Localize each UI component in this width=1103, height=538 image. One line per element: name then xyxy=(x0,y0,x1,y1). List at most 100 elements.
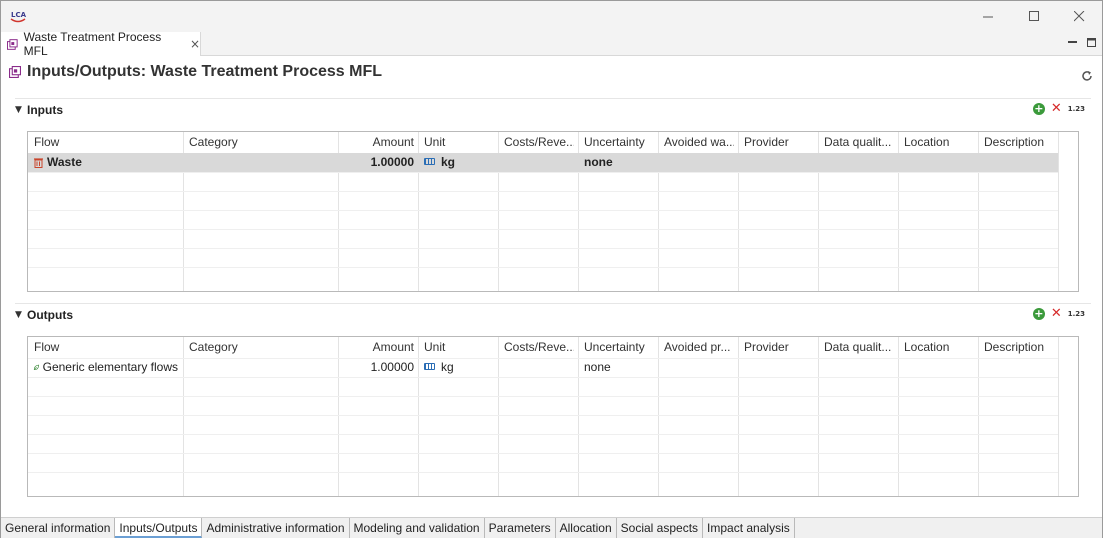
editor-tab-strip: Waste Treatment Process MFL × xyxy=(1,30,1102,58)
page-tab-administrative-information[interactable]: Administrative information xyxy=(202,518,350,538)
app-window: LCA Waste Treatment Process MFL × Inputs… xyxy=(0,0,1103,538)
column-header-provider[interactable]: Provider xyxy=(744,337,814,358)
column-header-description[interactable]: Description xyxy=(984,132,1054,153)
cell-flow: Waste xyxy=(33,153,178,172)
collapse-arrow-icon[interactable]: ▼ xyxy=(15,105,27,115)
leaf-icon xyxy=(33,364,40,370)
cell-category xyxy=(189,358,334,377)
unit-value: kg xyxy=(441,360,454,374)
column-header-avoided[interactable]: Avoided wa... xyxy=(664,132,734,153)
column-header-data-quality[interactable]: Data qualit... xyxy=(824,337,894,358)
column-header-flow[interactable]: Flow xyxy=(34,337,179,358)
page-tab-parameters[interactable]: Parameters xyxy=(485,518,556,538)
column-header-category[interactable]: Category xyxy=(189,132,334,153)
column-header-data-quality[interactable]: Data qualit... xyxy=(824,132,894,153)
cell-costs xyxy=(504,153,574,172)
inputs-section-header[interactable]: ▼ Inputs + ✕ 1.23 xyxy=(15,98,1091,120)
column-divider xyxy=(1058,337,1059,496)
column-header-costs[interactable]: Costs/Reve... xyxy=(504,337,574,358)
row-line xyxy=(28,248,1058,267)
page-tab-impact-analysis[interactable]: Impact analysis xyxy=(703,518,795,538)
inputs-table[interactable]: Flow Category Amount Unit Costs/Reve... Uncer… xyxy=(27,131,1079,292)
row-line xyxy=(28,472,1058,491)
outputs-toolbar: + ✕ 1.23 xyxy=(1032,307,1085,320)
collapse-arrow-icon[interactable]: ▼ xyxy=(15,310,27,320)
remove-input-icon[interactable]: ✕ xyxy=(1051,102,1062,115)
page-tab-modeling-and-validation[interactable]: Modeling and validation xyxy=(350,518,485,538)
title-bar: LCA xyxy=(1,1,1102,32)
row-line xyxy=(28,415,1058,434)
cell-description xyxy=(984,153,1054,172)
unit-value: kg xyxy=(441,155,456,169)
maximize-button[interactable] xyxy=(1011,1,1057,32)
page-tab-allocation[interactable]: Allocation xyxy=(556,518,617,538)
page-tab-general-information[interactable]: General information xyxy=(1,518,116,538)
add-output-icon[interactable]: + xyxy=(1032,308,1045,320)
close-window-button[interactable] xyxy=(1056,1,1102,32)
table-row[interactable]: Generic elementary flows 1.00000 kg none xyxy=(28,358,1058,377)
column-header-uncertainty[interactable]: Uncertainty xyxy=(584,337,654,358)
process-icon xyxy=(7,38,18,50)
cell-uncertainty: none xyxy=(584,360,611,374)
cell-amount: 1.00000 xyxy=(370,155,414,169)
column-header-unit[interactable]: Unit xyxy=(424,132,494,153)
unit-icon xyxy=(424,363,435,371)
row-line xyxy=(28,210,1058,229)
column-header-provider[interactable]: Provider xyxy=(744,132,814,153)
cell-description xyxy=(984,358,1054,377)
column-header-location[interactable]: Location xyxy=(904,337,974,358)
svg-text:LCA: LCA xyxy=(11,11,27,19)
inputs-section-title: Inputs xyxy=(27,102,63,117)
waste-icon xyxy=(34,158,43,168)
column-header-flow[interactable]: Flow xyxy=(34,132,179,153)
row-line xyxy=(28,172,1058,191)
column-header-unit[interactable]: Unit xyxy=(424,337,494,358)
minimize-button[interactable] xyxy=(965,1,1011,32)
view-maximize-icon[interactable] xyxy=(1086,36,1098,48)
close-tab-icon[interactable]: × xyxy=(190,37,200,51)
row-line xyxy=(28,229,1058,248)
column-header-amount[interactable]: Amount xyxy=(344,337,414,358)
cell-uncertainty: none xyxy=(584,155,613,169)
minimize-icon xyxy=(982,16,993,18)
cell-avoided xyxy=(664,153,734,172)
refresh-icon[interactable] xyxy=(1080,69,1094,83)
add-input-icon[interactable]: + xyxy=(1032,103,1045,115)
number-format-icon[interactable]: 1.23 xyxy=(1068,310,1085,318)
column-divider xyxy=(1058,132,1059,291)
remove-output-icon[interactable]: ✕ xyxy=(1051,307,1062,320)
cell-unit: kg xyxy=(424,358,494,377)
outputs-table[interactable]: Flow Category Amount Unit Costs/Reve... Uncer… xyxy=(27,336,1079,497)
outputs-section-header[interactable]: ▼ Outputs + ✕ 1.23 xyxy=(15,303,1091,325)
number-format-icon[interactable]: 1.23 xyxy=(1068,105,1085,113)
page-tab-inputs-outputs[interactable]: Inputs/Outputs xyxy=(115,518,203,538)
page-tab-bar: General information Inputs/Outputs Adminis… xyxy=(1,517,1102,538)
flow-name: Generic elementary flows xyxy=(42,360,178,374)
row-line xyxy=(28,377,1058,396)
row-line xyxy=(28,396,1058,415)
cell-location xyxy=(904,358,974,377)
column-header-amount[interactable]: Amount xyxy=(344,132,414,153)
row-line xyxy=(28,267,1058,286)
cell-provider xyxy=(744,153,814,172)
cell-costs xyxy=(504,358,574,377)
outputs-section-title: Outputs xyxy=(27,307,73,322)
page-tab-social-aspects[interactable]: Social aspects xyxy=(617,518,704,538)
cell-data-quality xyxy=(824,358,894,377)
openlca-logo-icon: LCA xyxy=(10,11,27,23)
column-header-costs[interactable]: Costs/Reve... xyxy=(504,132,574,153)
page-title: Inputs/Outputs: Waste Treatment Process … xyxy=(27,63,383,80)
cell-avoided xyxy=(664,358,734,377)
row-line xyxy=(28,434,1058,453)
flow-name: Waste xyxy=(47,155,82,169)
table-header: Flow Category Amount Unit Costs/Reve... Uncer… xyxy=(28,337,1078,358)
cell-provider xyxy=(744,358,814,377)
column-header-uncertainty[interactable]: Uncertainty xyxy=(584,132,654,153)
column-header-location[interactable]: Location xyxy=(904,132,974,153)
column-header-avoided[interactable]: Avoided pr... xyxy=(664,337,734,358)
column-header-category[interactable]: Category xyxy=(189,337,334,358)
table-row[interactable]: Waste 1.00000 kg none xyxy=(28,153,1058,172)
column-header-description[interactable]: Description xyxy=(984,337,1054,358)
view-minimize-icon[interactable] xyxy=(1067,36,1079,48)
editor-tab-waste-treatment[interactable]: Waste Treatment Process MFL × xyxy=(1,30,201,58)
